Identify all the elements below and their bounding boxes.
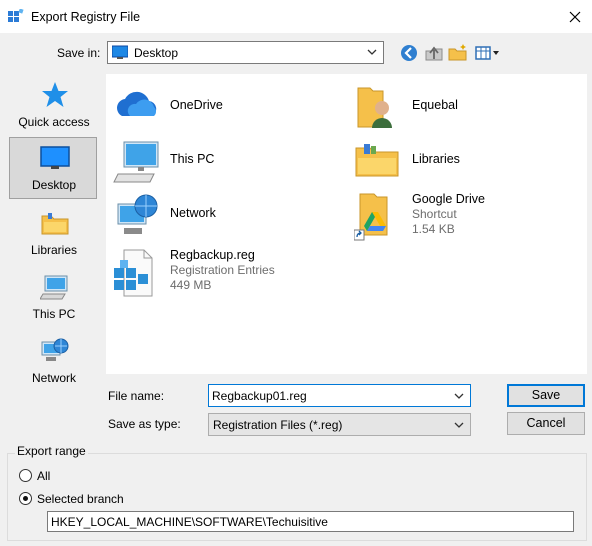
place-libraries[interactable]: Libraries (9, 202, 97, 264)
file-name-combobox[interactable] (208, 384, 471, 407)
back-arrow-icon (401, 45, 417, 61)
list-item-onedrive[interactable]: OneDrive (112, 84, 342, 134)
close-icon (569, 11, 581, 23)
all-radio-label[interactable]: All (37, 469, 50, 483)
selected-branch-label[interactable]: Selected branch (37, 492, 124, 506)
save-in-label: Save in: (57, 46, 101, 60)
place-label: Quick access (18, 115, 90, 129)
save-button[interactable]: Save (507, 384, 585, 407)
item-name: Google Drive (412, 192, 485, 206)
branch-path-input[interactable] (51, 514, 566, 530)
back-button[interactable] (399, 43, 419, 63)
places-bar: Quick access Desktop Libraries This PC N… (7, 74, 100, 394)
close-button[interactable] (562, 5, 588, 29)
star-icon (40, 80, 70, 110)
item-name: Libraries (412, 152, 460, 166)
all-radio[interactable] (19, 469, 32, 482)
item-name: Regbackup.reg (170, 248, 255, 262)
list-item-equebal[interactable]: Equebal (354, 84, 584, 134)
registry-file-icon (112, 248, 162, 298)
save-in-value: Desktop (134, 46, 179, 60)
up-folder-icon (425, 46, 443, 61)
new-folder-icon (448, 44, 467, 61)
chevron-down-icon (453, 418, 465, 432)
cancel-button[interactable]: Cancel (507, 412, 585, 435)
list-item-google-drive[interactable]: Google Drive Shortcut 1.54 KB (353, 192, 584, 242)
item-size: 449 MB (170, 278, 212, 292)
network-icon (40, 336, 70, 366)
branch-path-field[interactable] (47, 511, 574, 532)
item-type: Registration Entries (170, 263, 275, 277)
network-icon (112, 192, 162, 242)
place-label: Network (31, 371, 76, 385)
place-network[interactable]: Network (9, 330, 97, 392)
save-as-type-value: Registration Files (*.reg) (213, 418, 343, 432)
file-name-label: File name: (108, 389, 165, 403)
place-label: Desktop (31, 178, 77, 192)
registry-editor-icon (8, 8, 24, 25)
libraries-icon (354, 138, 404, 188)
view-grid-icon (475, 46, 499, 60)
list-item-regbackup[interactable]: Regbackup.reg Registration Entries 449 M… (112, 248, 342, 298)
export-range-legend: Export range (15, 444, 88, 458)
computer-icon (39, 272, 70, 302)
desktop-icon (40, 143, 70, 173)
libraries-icon (40, 208, 70, 238)
save-as-type-dropdown[interactable]: Registration Files (*.reg) (208, 413, 471, 436)
place-quick-access[interactable]: Quick access (9, 74, 97, 136)
save-in-dropdown[interactable]: Desktop (107, 41, 384, 64)
file-name-input[interactable] (212, 388, 442, 404)
place-label: This PC (32, 307, 76, 321)
desktop-icon (111, 45, 129, 60)
place-label: Libraries (30, 243, 78, 257)
file-list[interactable]: OneDrive Equebal This PC Libraries Netwo… (106, 74, 587, 374)
save-as-type-label: Save as type: (108, 417, 181, 431)
place-this-pc[interactable]: This PC (9, 266, 97, 328)
item-name: OneDrive (170, 98, 223, 112)
place-desktop[interactable]: Desktop (9, 137, 97, 199)
chevron-down-icon (366, 45, 378, 59)
user-folder-icon (354, 84, 404, 134)
computer-icon (112, 138, 162, 188)
up-folder-button[interactable] (424, 43, 444, 63)
item-name: Equebal (412, 98, 458, 112)
item-name: This PC (170, 152, 215, 166)
window-title: Export Registry File (31, 10, 141, 24)
list-item-this-pc[interactable]: This PC (112, 138, 342, 188)
item-name: Network (170, 206, 216, 220)
google-drive-shortcut-icon (353, 192, 404, 242)
new-folder-button[interactable] (448, 43, 468, 63)
list-item-network[interactable]: Network (112, 192, 342, 242)
chevron-down-icon[interactable] (453, 389, 465, 403)
selected-branch-radio[interactable] (19, 492, 32, 505)
item-size: 1.54 KB (412, 222, 455, 236)
onedrive-icon (112, 84, 162, 134)
list-item-libraries[interactable]: Libraries (354, 138, 584, 188)
view-menu-button[interactable] (474, 43, 502, 63)
item-type: Shortcut (412, 207, 457, 221)
